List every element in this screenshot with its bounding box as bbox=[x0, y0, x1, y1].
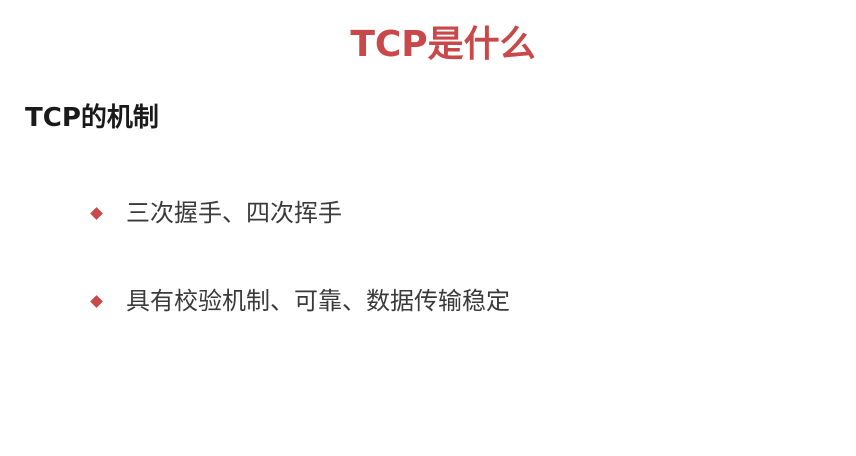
bullet-list: 三次握手、四次挥手 具有校验机制、可靠、数据传输稳定 bbox=[90, 190, 510, 366]
diamond-bullet-icon bbox=[90, 206, 103, 220]
list-item: 具有校验机制、可靠、数据传输稳定 bbox=[90, 278, 510, 324]
slide: TCP是什么 TCP的机制 三次握手、四次挥手 具有校验机制、可靠、数据传输稳定 bbox=[0, 0, 856, 456]
bullet-text: 具有校验机制、可靠、数据传输稳定 bbox=[126, 287, 510, 315]
slide-title: TCP是什么 bbox=[350, 24, 536, 65]
bullet-text: 三次握手、四次挥手 bbox=[126, 199, 342, 227]
list-item: 三次握手、四次挥手 bbox=[90, 190, 510, 236]
diamond-bullet-icon bbox=[90, 294, 103, 308]
section-heading: TCP的机制 bbox=[25, 103, 159, 133]
